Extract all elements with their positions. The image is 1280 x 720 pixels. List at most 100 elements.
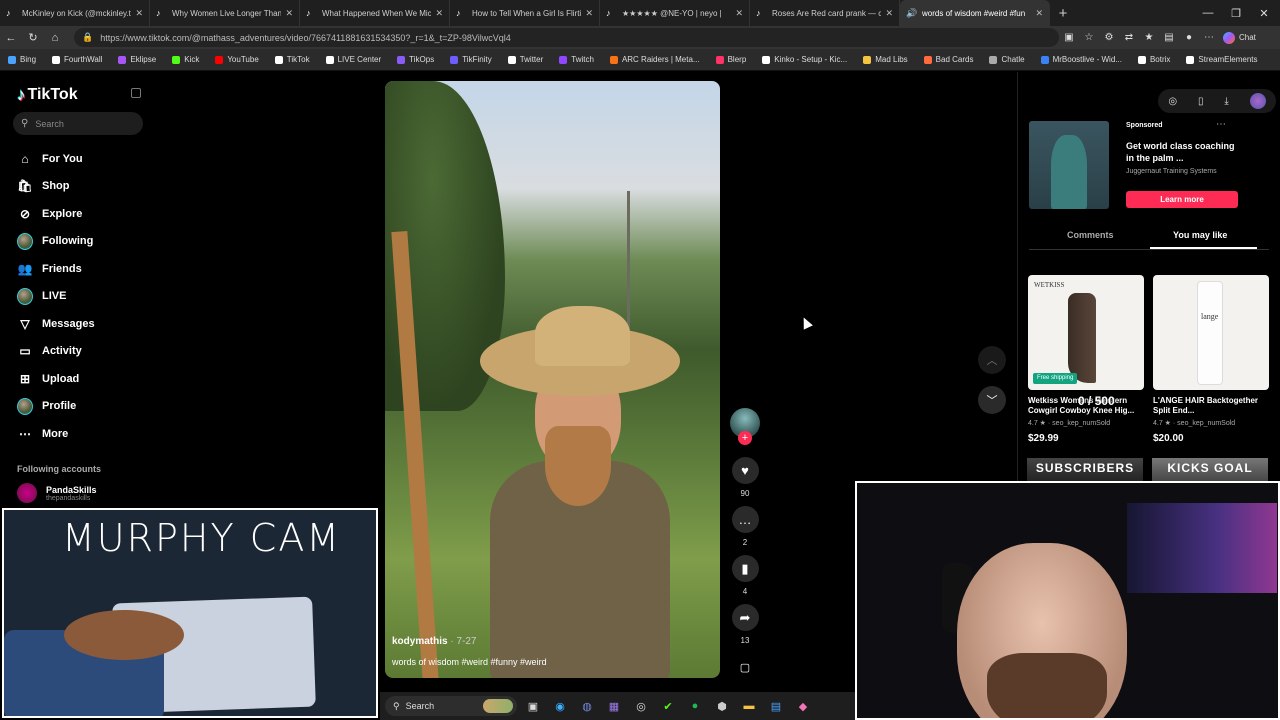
comment-action[interactable]: … 2 (730, 506, 760, 547)
bookmark-item[interactable]: ARC Raiders | Meta... (609, 55, 700, 64)
bookmark-item[interactable]: Twitter (507, 55, 543, 64)
close-icon[interactable]: ✕ (135, 8, 143, 19)
ad-title[interactable]: Get world class coaching in the palm ... (1126, 140, 1236, 164)
repost-icon[interactable]: ▢ (732, 654, 759, 681)
product-image[interactable]: lange (1153, 275, 1269, 390)
taskbar-search[interactable]: ⚲ Search (385, 696, 517, 716)
following-account-item[interactable]: PandaSkills thepandaskills (17, 483, 97, 503)
close-icon[interactable]: ✕ (585, 8, 593, 19)
close-icon[interactable]: ✕ (435, 8, 443, 19)
bookmark-item[interactable]: TikOps (397, 55, 434, 64)
discord-icon[interactable]: ◍ (576, 695, 598, 717)
collapse-sidebar-icon[interactable] (131, 88, 141, 98)
browser-tab[interactable]: ♪ Roses Are Red card prank — can y ✕ (750, 0, 900, 26)
copilot-chat-button[interactable]: Chat (1223, 31, 1256, 44)
nav-explore[interactable]: ⊘ Explore (17, 204, 82, 224)
browser-tab[interactable]: ♪ ★★★★★ @NE-YO | neyo | ✕ (600, 0, 750, 26)
close-window-icon[interactable]: ✕ (1250, 0, 1278, 26)
apps-grid-icon[interactable]: ▦ (603, 695, 625, 717)
spotify-icon[interactable]: ● (684, 695, 706, 717)
bookmark-item[interactable]: YouTube (215, 55, 259, 64)
bookmark-item[interactable]: Twitch (559, 55, 594, 64)
nav-profile[interactable]: Profile (17, 396, 76, 416)
product-name[interactable]: L'ANGE HAIR Backtogether Split End... (1153, 396, 1269, 416)
notepad-icon[interactable]: ▤ (765, 695, 787, 717)
save-action[interactable]: ▮ 4 (730, 555, 760, 596)
obs-icon[interactable]: ◎ (630, 695, 652, 717)
more-action[interactable]: ▢ (730, 654, 760, 681)
product-image[interactable]: WETKISS Free shipping (1028, 275, 1144, 390)
download-icon[interactable]: ⤓ (1224, 96, 1228, 107)
coins-icon[interactable]: ◎ (1168, 96, 1177, 107)
learn-more-button[interactable]: Learn more (1126, 191, 1238, 208)
device-icon[interactable]: ▯ (1198, 96, 1204, 107)
split-screen-icon[interactable]: ▣ (1059, 28, 1079, 48)
bookmark-item[interactable]: TikTok (274, 55, 310, 64)
nav-activity[interactable]: ▭ Activity (17, 341, 81, 361)
settings-icon[interactable]: ⬢ (711, 695, 733, 717)
nav-upload[interactable]: ⊞ Upload (17, 369, 79, 389)
browser-tab[interactable]: ♪ How to Tell When a Girl Is Flirting ✕ (450, 0, 600, 26)
bookmark-item[interactable]: StreamElements (1186, 55, 1258, 64)
nav-shop[interactable]: 🛍 Shop (17, 176, 69, 196)
close-icon[interactable]: ✕ (1035, 8, 1043, 19)
speaker-icon[interactable]: 🔊 (906, 8, 917, 18)
bookmark-icon[interactable]: ▮ (731, 555, 759, 582)
edge-icon[interactable]: ◉ (549, 695, 571, 717)
bookmark-item[interactable]: Chatle (989, 55, 1025, 64)
close-icon[interactable]: ✕ (735, 8, 743, 19)
browser-tab[interactable]: ♪ What Happened When We Microw✕ (300, 0, 450, 26)
chevron-up-icon[interactable]: ︿ (978, 346, 1006, 374)
nav-more[interactable]: ⋯ More (17, 424, 68, 444)
browser-tab[interactable]: ♪ McKinley on Kick (@mckinley.tv) | ✕ (0, 0, 150, 26)
author-name[interactable]: kodymathis (392, 636, 448, 647)
tiktok-logo[interactable]: ♪ TikTok (17, 85, 78, 105)
more-options-icon[interactable]: ⋯ (1199, 28, 1219, 48)
collections-icon[interactable]: ▤ (1159, 28, 1179, 48)
bookmark-item[interactable]: Blerp (715, 55, 746, 64)
ad-thumbnail[interactable] (1029, 121, 1109, 209)
browser-tab-active[interactable]: 🔊 words of wisdom #weird #fun ✕ (900, 0, 1050, 26)
chevron-down-icon[interactable]: ﹀ (978, 386, 1006, 414)
bookmark-item[interactable]: Kick (172, 55, 199, 64)
video-author[interactable]: kodymathis · 7-27 (392, 636, 476, 647)
heart-icon[interactable]: ♥ (731, 457, 759, 484)
nav-friends[interactable]: 👥 Friends (17, 259, 82, 279)
sponsored-ad[interactable]: Sponsored ⋯ Get world class coaching in … (1029, 119, 1264, 209)
nav-following[interactable]: Following (17, 231, 93, 251)
file-explorer-icon[interactable]: ▬ (738, 695, 760, 717)
video-player[interactable] (385, 81, 720, 678)
task-view-icon[interactable]: ▣ (522, 695, 544, 717)
bookmark-item[interactable]: Botrix (1137, 55, 1170, 64)
share-icon[interactable]: ➦ (731, 604, 759, 631)
kick-icon[interactable]: ✔ (657, 695, 679, 717)
product-card[interactable]: WETKISS Free shipping Wetkiss Womens Wes… (1028, 275, 1144, 444)
browser-tab[interactable]: ♪ Why Women Live Longer Than Me✕ (150, 0, 300, 26)
bookmark-item[interactable]: Mad Libs (863, 55, 908, 64)
new-tab-button[interactable]: + (1050, 0, 1076, 26)
photos-icon[interactable]: ◆ (792, 695, 814, 717)
bookmark-item[interactable]: TikFinity (450, 55, 492, 64)
search-input[interactable]: ⚲ Search (13, 112, 143, 135)
share-action[interactable]: ➦ 13 (730, 604, 760, 645)
bookmark-item[interactable]: Eklipse (118, 55, 156, 64)
favorites-icon[interactable]: ★ (1139, 28, 1159, 48)
tab-comments[interactable]: Comments (1067, 230, 1114, 240)
nav-for-you[interactable]: ⌂ For You (17, 149, 82, 169)
sync-icon[interactable]: ⇄ (1119, 28, 1139, 48)
url-field[interactable]: 🔒 https://www.tiktok.com/@mathass_adventu… (74, 28, 1059, 47)
product-card[interactable]: lange L'ANGE HAIR Backtogether Split End… (1153, 275, 1269, 444)
profile-icon[interactable]: ● (1179, 28, 1199, 48)
avatar[interactable] (1249, 93, 1266, 109)
minimize-icon[interactable]: — (1194, 0, 1222, 26)
bookmark-item[interactable]: Bing (8, 55, 36, 64)
bookmark-item[interactable]: Bad Cards (923, 55, 973, 64)
nav-live[interactable]: LIVE (17, 286, 66, 306)
close-icon[interactable]: ✕ (885, 8, 893, 19)
bookmark-item[interactable]: LIVE Center (325, 55, 381, 64)
bookmark-item[interactable]: FourthWall (52, 55, 102, 64)
more-icon[interactable]: ⋯ (1216, 119, 1226, 130)
maximize-icon[interactable]: ❐ (1222, 0, 1250, 26)
bookmark-item[interactable]: Kinko - Setup - Kic... (762, 55, 847, 64)
extensions-icon[interactable]: ⚙ (1099, 28, 1119, 48)
